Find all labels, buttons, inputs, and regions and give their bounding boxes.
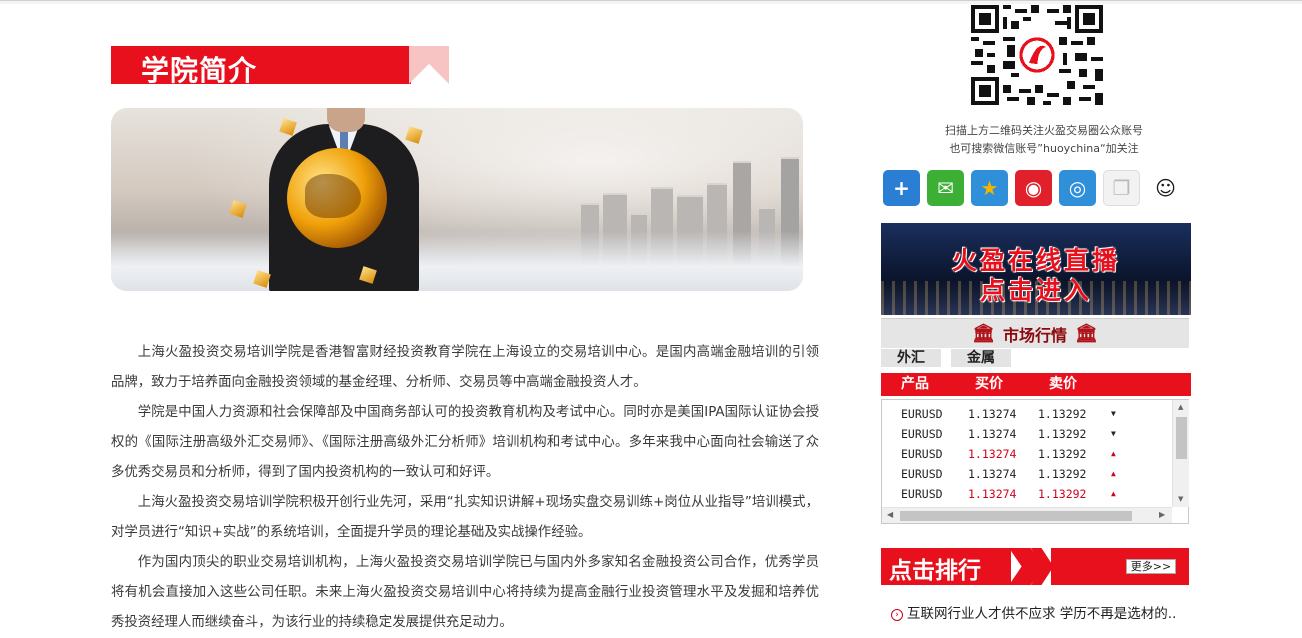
column-ask: 卖价 <box>1049 376 1077 392</box>
row-ask: 1.13292 <box>1038 487 1087 501</box>
intro-paragraph: 作为国内顶尖的职业交易培训机构，上海火盈投资交易培训学院已与国内外多家知名金融投… <box>111 555 819 630</box>
ranking-title: 点击排行 <box>889 558 981 584</box>
intro-paragraph: 上海火盈投资交易培训学院是香港智富财经投资教育学院在上海设立的交易培训中心。是国… <box>111 345 819 390</box>
plus-share-icon[interactable]: + <box>883 170 920 206</box>
scroll-right-icon[interactable]: ▶ <box>1159 510 1165 519</box>
top-border <box>0 0 1302 4</box>
weibo-icon[interactable]: ◉ <box>1015 170 1052 206</box>
row-ask: 1.13292 <box>1038 467 1087 481</box>
section-header-decoration <box>409 46 449 84</box>
arrow-up-icon: ▲ <box>1111 489 1116 498</box>
news-list: › 互联网行业人才供不应求 学历不再是选材的.. <box>891 602 1191 622</box>
row-symbol: EURUSD <box>901 467 943 481</box>
horizontal-scrollbar[interactable]: ◀ ▶ <box>882 507 1172 523</box>
arrow-bullet-icon: › <box>891 609 903 621</box>
market-tabs: 外汇 金属 <box>881 349 1011 367</box>
arrow-down-icon: ▼ <box>1111 429 1116 438</box>
arrow-up-icon: ▲ <box>1111 449 1116 458</box>
arrow-down-icon: ▼ <box>1111 409 1116 418</box>
tab-metals[interactable]: 金属 <box>951 349 1011 367</box>
qq-icon[interactable]: ☺ <box>1147 170 1184 206</box>
news-link[interactable]: 互联网行业人才供不应求 学历不再是选材的.. <box>907 606 1176 622</box>
row-bid: 1.13274 <box>968 407 1017 421</box>
row-bid: 1.13274 <box>968 467 1017 481</box>
intro-paragraph: 上海火盈投资交易培训学院积极开创行业先河，采用“扎实知识讲解+现场实盘交易训练+… <box>111 495 819 540</box>
qr-caption: 扫描上方二维码关注火盈交易圈公众账号 也可搜索微信账号”huoychina“加关… <box>900 122 1188 158</box>
row-ask: 1.13292 <box>1038 447 1087 461</box>
qzone-icon[interactable]: ★ <box>971 170 1008 206</box>
column-bid: 买价 <box>975 376 1003 392</box>
intro-paragraph: 学院是中国人力资源和社会保障部及中国商务部认可的投资教育机构及考试中心。同时亦是… <box>111 405 819 480</box>
bank-icon: 🏛 <box>1075 323 1098 344</box>
golden-globe-icon <box>287 148 387 248</box>
row-symbol: EURUSD <box>901 407 943 421</box>
market-table: EURUSD 1.13274 1.13292 ▼ EURUSD 1.13274 1.1329… <box>881 399 1189 524</box>
market-header: 🏛 市场行情 🏛 <box>881 318 1189 348</box>
row-bid: 1.13274 <box>968 427 1017 441</box>
intro-banner-image <box>111 108 803 291</box>
market-columns: 产品 买价 卖价 <box>881 373 1191 396</box>
row-symbol: EURUSD <box>901 427 943 441</box>
intro-text: 上海火盈投资交易培训学院是香港智富财经投资教育学院在上海设立的交易培训中心。是国… <box>111 338 819 638</box>
row-symbol: EURUSD <box>901 447 943 461</box>
scroll-down-icon[interactable]: ▼ <box>1178 495 1183 503</box>
qr-caption-line: 也可搜索微信账号”huoychina“加关注 <box>949 142 1139 155</box>
tencent-weibo-icon[interactable]: ◎ <box>1059 170 1096 206</box>
tab-forex[interactable]: 外汇 <box>881 349 941 367</box>
scroll-left-icon[interactable]: ◀ <box>887 510 893 519</box>
live-banner-subtitle: 点击进入 <box>979 276 1092 305</box>
wechat-icon[interactable]: ✉ <box>927 170 964 206</box>
row-ask: 1.13292 <box>1038 427 1087 441</box>
share-bar: + ✉ ★ ◉ ◎ ❐ ☺ <box>883 170 1184 206</box>
section-header: 学院简介 <box>111 46 449 87</box>
column-product: 产品 <box>901 376 929 392</box>
bank-icon: 🏛 <box>972 323 995 344</box>
copy-icon[interactable]: ❐ <box>1103 170 1140 206</box>
more-button[interactable]: 更多>> <box>1126 559 1176 574</box>
row-bid: 1.13274 <box>968 447 1017 461</box>
qr-code <box>971 4 1103 106</box>
arrow-up-icon: ▲ <box>1111 469 1116 478</box>
qr-caption-line: 扫描上方二维码关注火盈交易圈公众账号 <box>945 124 1143 137</box>
section-title: 学院简介 <box>141 54 258 87</box>
market-title: 市场行情 <box>1002 325 1067 345</box>
row-symbol: EURUSD <box>901 487 943 501</box>
row-ask: 1.13292 <box>1038 407 1087 421</box>
scroll-up-icon[interactable]: ▲ <box>1178 403 1183 411</box>
ranking-header: 点击排行 更多>> <box>881 548 1189 585</box>
row-bid: 1.13274 <box>968 487 1017 501</box>
vertical-scrollbar[interactable]: ▲ ▼ <box>1172 400 1189 507</box>
live-stream-banner[interactable]: 火盈在线直播 点击进入 <box>881 223 1191 315</box>
